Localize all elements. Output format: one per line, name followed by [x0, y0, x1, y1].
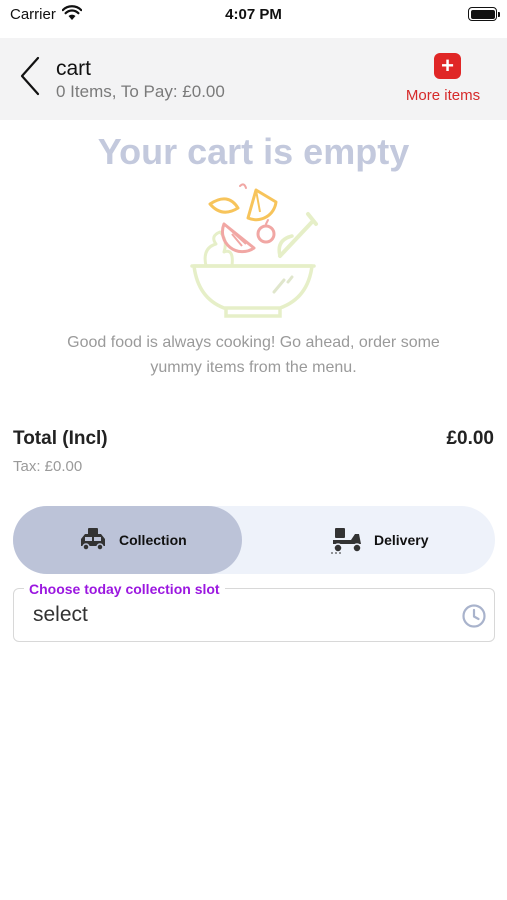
cart-header: cart 0 Items, To Pay: £0.00 + More items [0, 38, 507, 120]
plus-icon: + [434, 53, 461, 79]
chevron-left-icon [20, 56, 40, 96]
more-items-label: More items [405, 87, 481, 104]
tax-amount: Tax: £0.00 [13, 458, 83, 475]
back-button[interactable] [14, 54, 46, 98]
takeaway-icon [81, 528, 105, 551]
total-value: £0.00 [446, 428, 494, 449]
collection-slot-value: select [33, 603, 88, 626]
collection-option[interactable]: Collection [13, 506, 242, 574]
scooter-icon [331, 528, 362, 554]
more-items-button[interactable]: + More items [391, 52, 495, 108]
page-title: cart [56, 57, 92, 80]
delivery-label: Delivery [374, 532, 429, 548]
order-mode-toggle: Collection Delivery [13, 506, 495, 574]
salad-bowl-icon [190, 183, 318, 318]
cart-summary: 0 Items, To Pay: £0.00 [56, 82, 225, 101]
total-label: Total (Incl) [13, 428, 108, 449]
delivery-option[interactable]: Delivery [242, 506, 495, 574]
empty-cart-message: Good food is always cooking! Go ahead, o… [67, 334, 440, 376]
status-bar: Carrier 4:07 PM [0, 0, 507, 36]
empty-cart-title: Your cart is empty [97, 131, 410, 172]
battery-icon [468, 7, 500, 21]
clock-icon[interactable] [461, 603, 487, 629]
collection-slot-select[interactable]: Choose today collection slot select [13, 581, 495, 642]
collection-slot-label: Choose today collection slot [24, 581, 225, 597]
status-time: 4:07 PM [225, 6, 282, 23]
collection-label: Collection [119, 532, 187, 548]
